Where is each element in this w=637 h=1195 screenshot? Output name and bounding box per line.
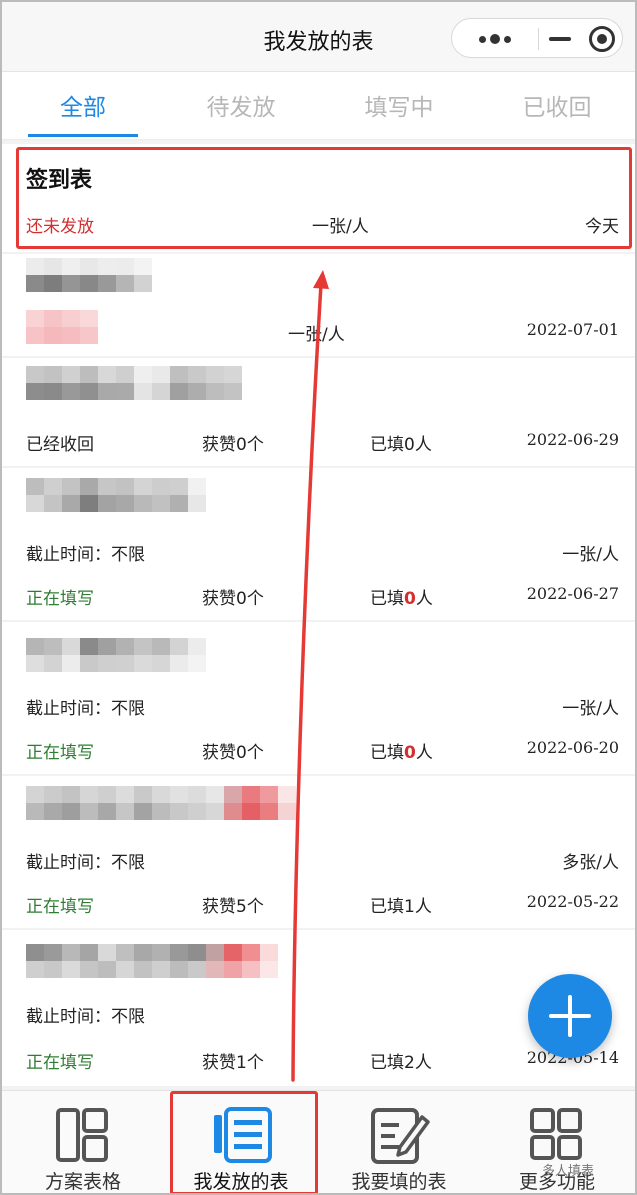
annotation-nav-highlight-box bbox=[170, 1091, 318, 1193]
app-frame: 我发放的表 全部 待发放 填写中 已收回 签到表 还未发放 一张/人 今天 一张… bbox=[0, 0, 637, 1195]
bottom-nav: 方案表格 我发放的表 我要填的表 更多功能 bbox=[2, 1090, 635, 1193]
plus-icon bbox=[549, 995, 591, 1037]
grid-icon bbox=[530, 1108, 582, 1160]
edit-form-icon bbox=[371, 1108, 430, 1164]
add-form-button[interactable] bbox=[528, 974, 612, 1058]
nav-label: 我要填的表 bbox=[351, 1171, 447, 1193]
watermark-text: 多人填表 bbox=[542, 1164, 595, 1179]
layout-icon bbox=[56, 1108, 108, 1162]
nav-label: 方案表格 bbox=[44, 1171, 121, 1193]
nav-templates[interactable]: 方案表格 bbox=[4, 1091, 162, 1193]
nav-to-fill[interactable]: 我要填的表 bbox=[320, 1091, 478, 1193]
